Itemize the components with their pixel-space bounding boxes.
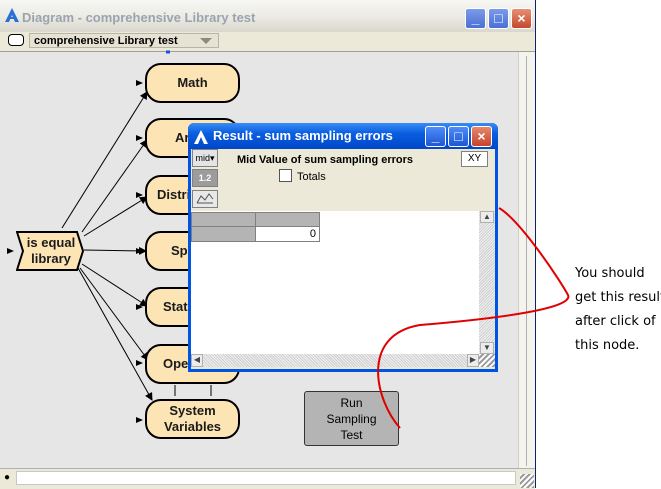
annotation-arrow [377, 207, 570, 429]
annotation-text: You should get this result after click o… [575, 266, 661, 353]
